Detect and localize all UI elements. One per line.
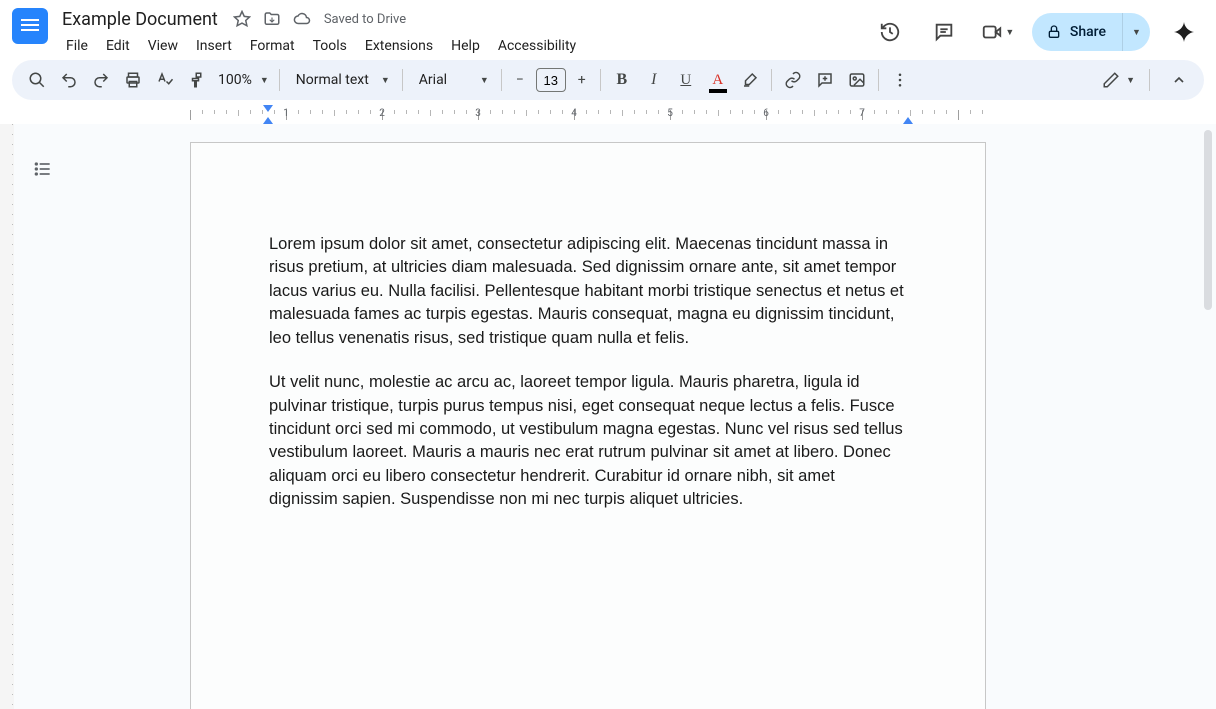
paragraph-style-select[interactable]: Normal text ▼ [286, 72, 396, 88]
menu-help[interactable]: Help [443, 34, 488, 58]
comments-icon[interactable] [924, 12, 964, 52]
insert-image-icon[interactable] [842, 65, 872, 95]
horizontal-ruler[interactable]: 1 2 3 4 5 6 7 [0, 106, 1216, 124]
document-canvas: Lorem ipsum dolor sit amet, consectetur … [0, 124, 1216, 709]
style-value: Normal text [296, 72, 369, 88]
search-menus-icon[interactable] [22, 65, 52, 95]
ruler-number: 7 [859, 108, 865, 119]
ruler-number: 5 [667, 108, 673, 119]
ruler-number: 2 [379, 108, 385, 119]
separator [878, 69, 879, 91]
header: Example Document Saved to Drive File Edi… [0, 0, 1216, 60]
separator [402, 69, 403, 91]
separator [771, 69, 772, 91]
menu-bar: File Edit View Insert Format Tools Exten… [58, 34, 584, 58]
paint-format-icon[interactable] [182, 65, 212, 95]
share-button-group: Share ▼ [1032, 13, 1150, 51]
vertical-ruler[interactable] [0, 124, 14, 709]
menu-accessibility[interactable]: Accessibility [490, 34, 584, 58]
share-dropdown[interactable]: ▼ [1122, 13, 1150, 51]
font-select[interactable]: Arial ▼ [409, 72, 495, 88]
vertical-scrollbar[interactable] [1203, 124, 1213, 709]
separator [1149, 69, 1150, 91]
menu-tools[interactable]: Tools [305, 34, 355, 58]
chevron-down-icon: ▼ [1126, 75, 1135, 86]
redo-icon[interactable] [86, 65, 116, 95]
font-value: Arial [419, 72, 447, 88]
docs-home-icon[interactable] [12, 8, 48, 44]
collapse-toolbar-icon[interactable] [1164, 65, 1194, 95]
chevron-down-icon: ▼ [1005, 27, 1014, 38]
pencil-icon [1102, 71, 1120, 89]
menu-insert[interactable]: Insert [188, 34, 240, 58]
lock-icon [1046, 24, 1062, 40]
saved-status[interactable]: Saved to Drive [324, 12, 406, 27]
font-size-input[interactable] [536, 68, 566, 92]
scrollbar-thumb[interactable] [1204, 130, 1212, 310]
first-line-indent-marker[interactable] [263, 105, 273, 112]
highlight-button[interactable] [735, 65, 765, 95]
meet-icon[interactable]: ▼ [978, 12, 1018, 52]
menu-edit[interactable]: Edit [98, 34, 138, 58]
cloud-status-icon[interactable] [292, 9, 312, 29]
menu-format[interactable]: Format [242, 34, 303, 58]
ruler-number: 4 [571, 108, 577, 119]
document-title[interactable]: Example Document [58, 8, 222, 31]
underline-button[interactable]: U [671, 65, 701, 95]
undo-icon[interactable] [54, 65, 84, 95]
right-indent-marker[interactable] [903, 117, 913, 124]
font-size-control: − + [508, 68, 594, 92]
decrease-font-size[interactable]: − [508, 68, 532, 92]
chevron-down-icon: ▼ [381, 75, 390, 86]
menu-file[interactable]: File [58, 34, 96, 58]
separator [279, 69, 280, 91]
document-page[interactable]: Lorem ipsum dolor sit amet, consectetur … [190, 142, 986, 709]
menu-view[interactable]: View [140, 34, 186, 58]
share-button[interactable]: Share [1032, 13, 1122, 51]
editing-mode-select[interactable]: ▼ [1102, 71, 1135, 89]
star-icon[interactable] [232, 9, 252, 29]
separator [501, 69, 502, 91]
toolbar: 100% ▼ Normal text ▼ Arial ▼ − + B I U A… [12, 60, 1204, 100]
text-color-button[interactable]: A [703, 65, 733, 95]
left-indent-marker[interactable] [263, 117, 273, 124]
paragraph[interactable]: Lorem ipsum dolor sit amet, consectetur … [269, 233, 907, 350]
ruler-number: 1 [283, 108, 289, 119]
insert-link-icon[interactable] [778, 65, 808, 95]
version-history-icon[interactable] [870, 12, 910, 52]
spellcheck-icon[interactable] [150, 65, 180, 95]
paragraph[interactable]: Ut velit nunc, molestie ac arcu ac, laor… [269, 371, 907, 512]
move-icon[interactable] [262, 9, 282, 29]
chevron-down-icon: ▼ [260, 75, 269, 86]
zoom-select[interactable]: 100% ▼ [214, 72, 273, 88]
bold-button[interactable]: B [607, 65, 637, 95]
separator [600, 69, 601, 91]
ruler-number: 3 [475, 108, 481, 119]
chevron-down-icon: ▼ [480, 75, 489, 86]
ruler-number: 6 [763, 108, 769, 119]
italic-button[interactable]: I [639, 65, 669, 95]
share-label: Share [1070, 24, 1106, 40]
increase-font-size[interactable]: + [570, 68, 594, 92]
more-tools-icon[interactable] [885, 65, 915, 95]
gemini-icon[interactable] [1164, 12, 1204, 52]
menu-extensions[interactable]: Extensions [357, 34, 441, 58]
show-outline-icon[interactable] [28, 154, 58, 184]
title-area: Example Document Saved to Drive File Edi… [58, 6, 584, 58]
print-icon[interactable] [118, 65, 148, 95]
add-comment-icon[interactable] [810, 65, 840, 95]
zoom-value: 100% [218, 72, 252, 88]
